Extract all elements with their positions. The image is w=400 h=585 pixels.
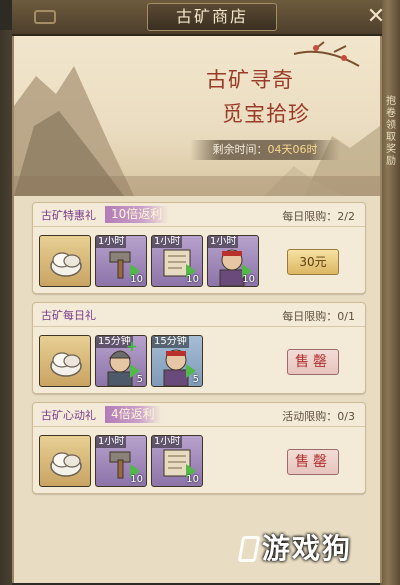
- duration-label: 1小时: [152, 436, 183, 448]
- section-header: 古矿心动礼 4倍返利 活动限购：0/3: [33, 403, 365, 427]
- soldier-speedup-icon[interactable]: 1小时 10: [207, 235, 259, 287]
- soldier-speedup-icon[interactable]: 15分钟 5: [151, 335, 203, 387]
- item-count: 10: [130, 274, 143, 285]
- item-count: 10: [242, 274, 255, 285]
- section-header: 古矿特惠礼 10倍返利 每日限购：2/2: [33, 203, 365, 227]
- item-count: 5: [136, 374, 143, 385]
- purchase-limit: 每日限购：2/2: [282, 210, 355, 223]
- window-title: 古矿商店: [147, 3, 277, 31]
- right-edge: 抱 卷 领 取 奖 励: [380, 0, 400, 585]
- item-count: 10: [130, 474, 143, 485]
- duration-label: 1小时: [96, 236, 127, 248]
- duration-label: 1小时: [208, 236, 239, 248]
- purchase-limit: 活动限购：0/3: [282, 410, 355, 423]
- section-title: 古矿每日礼: [41, 309, 96, 322]
- section-title: 古矿特惠礼: [41, 209, 96, 222]
- duration-label: 1小时: [96, 436, 127, 448]
- banner-slogan-line2: 觅宝拾珍: [222, 102, 310, 126]
- countdown-timer: 剩余时间：04天06时: [190, 140, 340, 160]
- white-ore-icon[interactable]: [39, 235, 91, 287]
- hammer-speedup-icon[interactable]: 1小时 10: [95, 435, 147, 487]
- gift-pack-section: 古矿每日礼 每日限购：0/1 15分钟 + 5 15分钟 5 售罄: [32, 302, 366, 394]
- ornament-icon: [34, 10, 56, 24]
- hammer-speedup-icon[interactable]: 1小时 10: [95, 235, 147, 287]
- item-count: 10: [186, 474, 199, 485]
- white-ore-icon[interactable]: [39, 335, 91, 387]
- buy-button[interactable]: 30元: [287, 249, 339, 275]
- rebate-tag: 10倍返利: [105, 206, 169, 223]
- left-edge: [0, 30, 12, 585]
- purchase-limit: 每日限购：0/1: [282, 310, 355, 323]
- close-button[interactable]: ✕: [364, 6, 388, 30]
- duration-label: 1小时: [152, 236, 183, 248]
- soldier-heal-icon[interactable]: 15分钟 + 5: [95, 335, 147, 387]
- timer-label: 剩余时间：: [212, 143, 268, 156]
- banner-slogan-line1: 古矿寻奇: [206, 68, 294, 92]
- gift-pack-section: 古矿特惠礼 10倍返利 每日限购：2/2 1小时 10 1小时 10 1小时 1…: [32, 202, 366, 294]
- gift-pack-section: 古矿心动礼 4倍返利 活动限购：0/3 1小时 10 1小时 10 售罄: [32, 402, 366, 494]
- duration-label: 15分钟: [152, 336, 189, 348]
- section-header: 古矿每日礼 每日限购：0/1: [33, 303, 365, 327]
- game-frame: 抱 卷 领 取 奖 励 古矿商店 ✕ 古矿寻奇 觅宝拾珍 剩余时间：04天06时…: [0, 0, 400, 585]
- sold-out-stamp: 售罄: [287, 349, 339, 375]
- item-count: 5: [192, 374, 199, 385]
- side-event-label: 抱 卷 领 取 奖 励: [386, 96, 396, 167]
- scroll-speedup-icon[interactable]: 1小时 10: [151, 235, 203, 287]
- watermark: 游戏狗: [262, 532, 353, 565]
- event-banner: 古矿寻奇 觅宝拾珍 剩余时间：04天06时: [14, 36, 380, 196]
- white-ore-icon[interactable]: [39, 435, 91, 487]
- section-title: 古矿心动礼: [41, 409, 96, 422]
- title-bar: 古矿商店 ✕: [12, 0, 385, 36]
- plus-icon: +: [126, 339, 138, 355]
- item-count: 10: [186, 274, 199, 285]
- timer-value: 04天06时: [267, 143, 318, 156]
- scroll-speedup-icon[interactable]: 1小时 10: [151, 435, 203, 487]
- rebate-tag: 4倍返利: [105, 406, 161, 423]
- sold-out-stamp: 售罄: [287, 449, 339, 475]
